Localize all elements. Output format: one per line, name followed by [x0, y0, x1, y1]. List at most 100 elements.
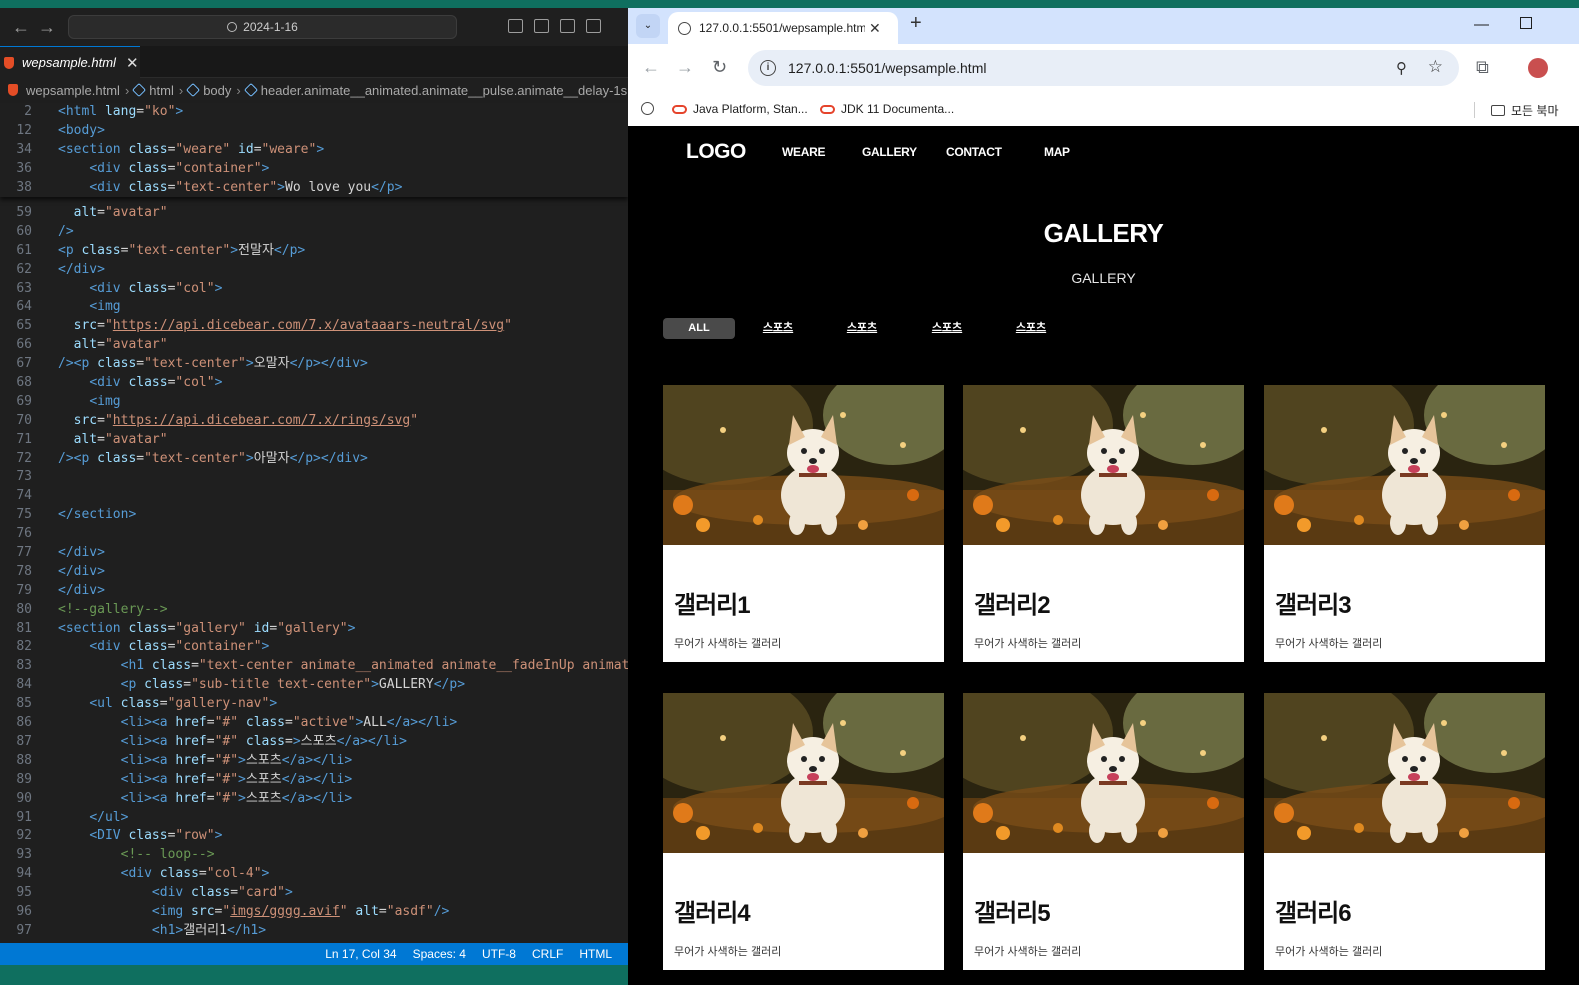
code-line[interactable]: 61 <p class="text-center">전말자</p> [0, 242, 628, 261]
site-logo[interactable]: LOGO [686, 140, 746, 164]
customize-layout-icon[interactable] [586, 19, 601, 33]
encoding[interactable]: UTF-8 [482, 947, 516, 961]
breadcrumb-item[interactable]: body [203, 83, 231, 98]
nav-map[interactable]: MAP [1044, 145, 1070, 159]
language-mode[interactable]: HTML [579, 947, 612, 961]
editor-tab[interactable]: wepsample.html ✕ [0, 46, 140, 78]
filter-all[interactable]: ALL [663, 318, 735, 339]
code-line[interactable]: 94 <div class="col-4"> [0, 865, 628, 884]
toggle-secondary-sidebar-icon[interactable] [560, 19, 575, 33]
code-line[interactable]: 90 <li><a href="#">스포츠</a></li> [0, 790, 628, 809]
indentation[interactable]: Spaces: 4 [413, 947, 466, 961]
code-line[interactable]: 88 <li><a href="#">스포츠</a></li> [0, 752, 628, 771]
code-line[interactable]: 84 <p class="sub-title text-center">GALL… [0, 676, 628, 695]
code-line[interactable]: 86 <li><a href="#" class="active">ALL</a… [0, 714, 628, 733]
code-line[interactable]: 93 <!-- loop--> [0, 846, 628, 865]
filter-sports[interactable]: 스포츠 [840, 318, 884, 339]
code-editor[interactable]: 2 <html lang="ko"> 12 <body> 34 <section clas… [0, 103, 628, 943]
code-line[interactable]: 74 [0, 487, 628, 506]
filter-sports[interactable]: 스포츠 [925, 318, 969, 339]
code-line[interactable]: 64 <img [0, 298, 628, 317]
breadcrumb-item[interactable]: header.animate__animated.animate__pulse.… [261, 83, 627, 98]
breadcrumb-item[interactable]: html [149, 83, 174, 98]
code-line[interactable]: 36 <div class="container"> [0, 160, 628, 179]
code-line[interactable]: 79 </div> [0, 582, 628, 601]
address-bar[interactable]: i 127.0.0.1:5501/wepsample.html ⚲ ☆ [748, 50, 1459, 86]
bookmark-star-icon[interactable]: ☆ [1428, 57, 1443, 77]
sticky-scroll[interactable]: 2 <html lang="ko"> 12 <body> 34 <section clas… [0, 103, 628, 198]
code-line[interactable]: 2 <html lang="ko"> [0, 103, 628, 122]
back-arrow-icon[interactable]: ← [642, 57, 660, 78]
code-line[interactable]: 81 <section class="gallery" id="gallery"> [0, 620, 628, 639]
gallery-card[interactable]: 갤러리6 무어가 사색하는 갤러리 [1264, 693, 1545, 970]
gallery-card[interactable]: 갤러리1 무어가 사색하는 갤러리 [663, 385, 944, 662]
filter-sports[interactable]: 스포츠 [1009, 318, 1053, 339]
code-line[interactable]: 80 <!--gallery--> [0, 601, 628, 620]
code-line[interactable]: 85 <ul class="gallery-nav"> [0, 695, 628, 714]
code-lines[interactable]: 59 alt="avatar" 60/> 61 <p class="text-cent… [0, 204, 628, 941]
globe-icon[interactable] [641, 102, 654, 115]
code-line[interactable]: 68 <div class="col"> [0, 374, 628, 393]
code-line[interactable]: 70 src="https://api.dicebear.com/7.x/rin… [0, 412, 628, 431]
toggle-sidebar-icon[interactable] [508, 19, 523, 33]
code-line[interactable]: 62 </div> [0, 261, 628, 280]
code-line[interactable]: 83 <h1 class="text-center animate__anima… [0, 657, 628, 676]
code-line[interactable]: 66 alt="avatar" [0, 336, 628, 355]
code-line[interactable]: 76 [0, 525, 628, 544]
gallery-card[interactable]: 갤러리5 무어가 사색하는 갤러리 [963, 693, 1244, 970]
tab-search-button[interactable]: ⌄ [636, 14, 660, 38]
code-line[interactable]: 75 </section> [0, 506, 628, 525]
forward-arrow-icon[interactable]: → [38, 17, 56, 38]
code-line[interactable]: 77 </div> [0, 544, 628, 563]
line-ending[interactable]: CRLF [532, 947, 563, 961]
code-line[interactable]: 92 <DIV class="row"> [0, 827, 628, 846]
site-info-icon[interactable]: i [760, 60, 776, 76]
filter-sports[interactable]: 스포츠 [756, 318, 800, 339]
code-line[interactable]: 89 <li><a href="#">스포츠</a></li> [0, 771, 628, 790]
close-icon[interactable]: ✕ [869, 20, 881, 37]
cursor-position[interactable]: Ln 17, Col 34 [325, 947, 396, 961]
code-line[interactable]: 87 <li><a href="#" class=>스포츠</a></li> [0, 733, 628, 752]
code-line[interactable]: 67 /><p class="text-center">오말자</p></div> [0, 355, 628, 374]
breadcrumb-item[interactable]: wepsample.html [26, 83, 120, 98]
new-tab-button[interactable]: + [910, 12, 922, 35]
bookmark-jdk[interactable]: JDK 11 Documenta... [820, 102, 954, 116]
back-arrow-icon[interactable]: ← [12, 17, 30, 38]
code-line[interactable]: 78 </div> [0, 563, 628, 582]
code-line[interactable]: 59 alt="avatar" [0, 204, 628, 223]
zoom-icon[interactable]: ⚲ [1396, 59, 1407, 77]
code-line[interactable]: 73 [0, 468, 628, 487]
all-bookmarks-folder[interactable]: 모든 북마 [1474, 102, 1559, 118]
reload-icon[interactable]: ↻ [712, 57, 727, 78]
code-line[interactable]: 38 <div class="text-center">Wo love you<… [0, 179, 628, 198]
code-line[interactable]: 91 </ul> [0, 809, 628, 828]
code-line[interactable]: 95 <div class="card"> [0, 884, 628, 903]
gallery-card[interactable]: 갤러리4 무어가 사색하는 갤러리 [663, 693, 944, 970]
code-line[interactable]: 72 /><p class="text-center">아말자</p></div> [0, 450, 628, 469]
nav-gallery[interactable]: GALLERY [862, 145, 917, 159]
code-line[interactable]: 12 <body> [0, 122, 628, 141]
code-line[interactable]: 97 <h1>갤러리1</h1> [0, 922, 628, 941]
browser-tab[interactable]: 127.0.0.1:5501/wepsample.htm ✕ [668, 12, 898, 44]
minimize-icon[interactable]: — [1474, 16, 1489, 33]
maximize-icon[interactable] [1520, 17, 1532, 29]
code-line[interactable]: 65 src="https://api.dicebear.com/7.x/ava… [0, 317, 628, 336]
code-line[interactable]: 96 <img src="imgs/gggg.avif" alt="asdf"/… [0, 903, 628, 922]
code-line[interactable]: 63 <div class="col"> [0, 280, 628, 299]
command-center-search[interactable]: 2024-1-16 [68, 15, 457, 39]
bookmark-java[interactable]: Java Platform, Stan... [672, 102, 808, 116]
gallery-card[interactable]: 갤러리3 무어가 사색하는 갤러리 [1264, 385, 1545, 662]
code-line[interactable]: 69 <img [0, 393, 628, 412]
toggle-panel-icon[interactable] [534, 19, 549, 33]
code-line[interactable]: 34 <section class="weare" id="weare"> [0, 141, 628, 160]
nav-contact[interactable]: CONTACT [946, 145, 1002, 159]
gallery-card[interactable]: 갤러리2 무어가 사색하는 갤러리 [963, 385, 1244, 662]
code-line[interactable]: 60 /> [0, 223, 628, 242]
forward-arrow-icon[interactable]: → [676, 57, 694, 78]
profile-avatar[interactable] [1528, 58, 1548, 78]
extensions-icon[interactable]: ⧉ [1476, 57, 1489, 78]
code-line[interactable]: 82 <div class="container"> [0, 638, 628, 657]
code-line[interactable]: 71 alt="avatar" [0, 431, 628, 450]
close-icon[interactable]: ✕ [126, 54, 139, 72]
nav-weare[interactable]: WEARE [782, 145, 825, 159]
